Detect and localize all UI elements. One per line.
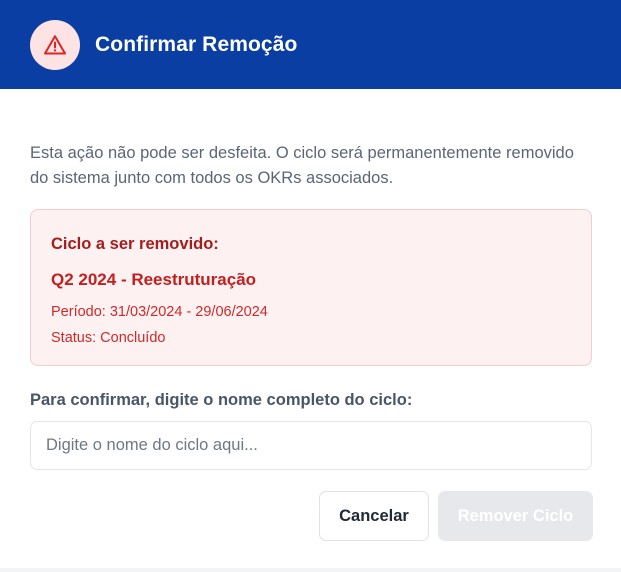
dialog-description: Esta ação não pode ser desfeita. O ciclo… [30, 144, 574, 187]
cycle-name: Q2 2024 - Reestruturação [51, 270, 257, 289]
dialog-header: Confirmar Remoção [0, 0, 621, 89]
cycle-info-heading: Ciclo a ser removido: [51, 235, 219, 253]
cycle-period: Período: 31/03/2024 - 29/06/2024 [51, 304, 268, 320]
cancel-button[interactable]: Cancelar [319, 491, 429, 541]
warning-triangle-icon [44, 34, 66, 54]
cycle-status: Status: Concluído [51, 330, 166, 346]
dialog-bottom-edge [0, 568, 621, 572]
dialog-title: Confirmar Remoção [95, 32, 298, 56]
cycle-info-box: Ciclo a ser removido: Q2 2024 - Reestrut… [30, 209, 592, 366]
confirm-removal-dialog: Confirmar Remoção Esta ação não pode ser… [0, 0, 621, 572]
cycle-name-input[interactable] [30, 421, 592, 470]
remove-cycle-button[interactable]: Remover Ciclo [438, 491, 593, 541]
confirm-label: Para confirmar, digite o nome completo d… [30, 391, 413, 409]
warning-badge [30, 19, 80, 70]
